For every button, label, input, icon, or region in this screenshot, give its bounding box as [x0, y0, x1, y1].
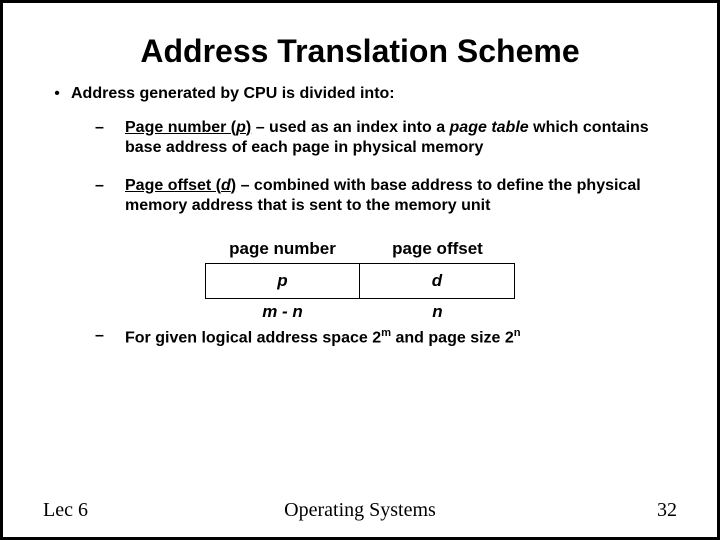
slide-content: • Address generated by CPU is divided in… — [43, 84, 677, 499]
bullet-level2: – Page number (p) – used as an index int… — [95, 118, 677, 158]
footer-lecture: Lec 6 — [43, 499, 88, 522]
footer-course: Operating Systems — [3, 499, 717, 522]
address-diagram: page number page offset p d m - n n — [205, 234, 515, 322]
bullet-dash: – — [95, 176, 125, 216]
bullet-dot: • — [43, 84, 71, 104]
header-page-number: page number — [205, 234, 360, 263]
bullet-dash: – — [95, 118, 125, 158]
slide-title: Address Translation Scheme — [43, 33, 677, 70]
bullet-text: Page offset (d) – combined with base add… — [125, 176, 677, 216]
term-page-number: Page number (p) — [125, 119, 251, 136]
box-d: d — [360, 263, 515, 298]
width-mn: m - n — [205, 299, 360, 322]
bullet-text: Page number (p) – used as an index into … — [125, 118, 677, 158]
footer: Lec 6 Operating Systems 32 — [43, 499, 677, 522]
footer-page-number: 32 — [657, 499, 677, 522]
header-page-offset: page offset — [360, 234, 515, 263]
diagram-boxes: p d — [205, 263, 515, 298]
bullet-level2: – For given logical address space 2m and… — [95, 326, 677, 348]
bullet-text: For given logical address space 2m and p… — [125, 326, 521, 348]
bullet-level2: – Page offset (d) – combined with base a… — [95, 176, 677, 216]
box-p: p — [205, 263, 360, 298]
diagram-headers: page number page offset — [205, 234, 515, 263]
diagram-widths: m - n n — [205, 299, 515, 322]
bullet-level1: • Address generated by CPU is divided in… — [43, 84, 677, 104]
bullet-text: Address generated by CPU is divided into… — [71, 84, 395, 104]
term-page-offset: Page offset (d) — [125, 177, 236, 194]
bullet-dash: – — [95, 326, 125, 348]
slide: Address Translation Scheme • Address gen… — [0, 0, 720, 540]
width-n: n — [360, 299, 515, 322]
